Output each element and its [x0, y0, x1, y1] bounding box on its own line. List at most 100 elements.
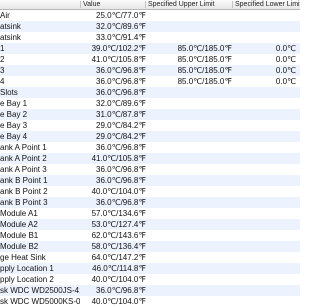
sensor-name: e Bay 2 — [0, 110, 28, 119]
sensor-value: 64.0℃/147.2℉ — [91, 253, 146, 262]
lower-limit — [232, 219, 296, 230]
sensor-name: ank B Point 1 — [0, 176, 48, 185]
sensor-name: 2 — [0, 55, 5, 64]
upper-limit — [146, 120, 232, 131]
table-row[interactable]: e Bay 1 32.0℃/89.6℉ — [0, 98, 300, 109]
lower-limit — [232, 241, 296, 252]
upper-limit — [146, 296, 232, 307]
sensor-name: Module B2 — [0, 242, 39, 251]
lower-limit: 0.0℃ — [275, 77, 296, 86]
sensor-value: 25.0℃/77.0℉ — [96, 11, 146, 20]
table-row[interactable]: ank A Point 1 36.0℃/96.8℉ — [0, 142, 300, 153]
table-row[interactable]: atsink 33.0℃/91.4℉ — [0, 32, 300, 43]
upper-limit — [146, 263, 232, 274]
sensor-name: pply Location 2 — [0, 275, 54, 284]
sensor-value: 36.0℃/96.8℉ — [96, 88, 146, 97]
sensor-value: 32.0℃/89.6℉ — [96, 22, 146, 31]
sensor-value: 33.0℃/91.4℉ — [96, 33, 146, 42]
sensor-name: ge Heat Sink — [0, 253, 46, 262]
table-row[interactable]: Module B2 58.0℃/136.4℉ — [0, 241, 300, 252]
column-header-lower-limit[interactable]: Specified Lower Limit — [233, 0, 300, 9]
lower-limit — [232, 131, 296, 142]
sensor-value: 46.0℃/114.8℉ — [92, 264, 146, 273]
table-row[interactable]: Module B1 62.0℃/143.6℉ — [0, 230, 300, 241]
table-row[interactable]: pply Location 1 46.0℃/114.8℉ — [0, 263, 300, 274]
column-header-upper-limit[interactable]: Specified Upper Limit — [146, 0, 232, 9]
sensor-value: 58.0℃/136.4℉ — [91, 242, 146, 251]
upper-limit — [146, 274, 232, 285]
sensor-value: 29.0℃/84.2℉ — [96, 121, 146, 130]
sensor-value: 40.0℃/104.0℉ — [91, 275, 146, 284]
sensor-name: sk WDC WD5000KS-0C — [0, 297, 80, 306]
sensor-name: sk WDC WD2500JS-41 — [0, 286, 80, 295]
lower-limit: 0.0℃ — [275, 66, 296, 75]
table-row[interactable]: sk WDC WD5000KS-0C 40.0℃/104.0℉ — [0, 296, 300, 307]
table-row[interactable]: 2 41.0℃/105.8℉ 85.0℃/185.0℉ 0.0℃ — [0, 54, 300, 65]
upper-limit — [146, 252, 232, 263]
upper-limit — [146, 142, 232, 153]
table-row[interactable]: 4 36.0℃/96.8℉ 85.0℃/185.0℉ 0.0℃ — [0, 76, 300, 87]
sensor-value: 36.0℃/96.8℉ — [96, 66, 146, 75]
table-row[interactable]: pply Location 2 40.0℃/104.0℉ — [0, 274, 300, 285]
sensor-value: 39.0℃/102.2℉ — [91, 44, 146, 53]
table-row[interactable]: e Bay 2 31.0℃/87.8℉ — [0, 109, 300, 120]
upper-limit — [146, 241, 232, 252]
table-row[interactable]: ge Heat Sink 64.0℃/147.2℉ — [0, 252, 300, 263]
lower-limit — [232, 252, 296, 263]
sensor-name: Module A2 — [0, 220, 38, 229]
sensor-value: 41.0℃/105.8℉ — [91, 55, 146, 64]
sensor-value: 40.0℃/104.0℉ — [91, 187, 146, 196]
table-row[interactable]: e Bay 4 29.0℃/84.2℉ — [0, 131, 300, 142]
upper-limit — [146, 21, 232, 32]
sensor-name: pply Location 1 — [0, 264, 54, 273]
sensor-value: 36.0℃/96.8℉ — [96, 77, 146, 86]
lower-limit — [232, 164, 296, 175]
upper-limit — [146, 186, 232, 197]
table-row[interactable]: Slots 36.0℃/96.8℉ — [0, 87, 300, 98]
upper-limit: 85.0℃/185.0℉ — [177, 55, 232, 64]
sensor-value: 31.0℃/87.8℉ — [96, 110, 146, 119]
lower-limit — [232, 21, 296, 32]
vertical-scrollbar[interactable] — [297, 10, 300, 300]
upper-limit — [146, 197, 232, 208]
sensor-name: e Bay 1 — [0, 99, 28, 108]
sensor-name: e Bay 4 — [0, 132, 28, 141]
upper-limit — [146, 32, 232, 43]
lower-limit: 0.0℃ — [275, 44, 296, 53]
sensor-name: ank A Point 1 — [0, 143, 47, 152]
sensor-name: atsink — [0, 33, 21, 42]
lower-limit — [232, 153, 296, 164]
upper-limit: 85.0℃/185.0℉ — [177, 44, 232, 53]
sensor-name: ank A Point 2 — [0, 154, 47, 163]
sensor-name: ank B Point 2 — [0, 187, 48, 196]
table-row[interactable]: ank B Point 3 36.0℃/96.8℉ — [0, 197, 300, 208]
lower-limit — [232, 142, 296, 153]
lower-limit — [232, 10, 296, 21]
table-row[interactable]: ank A Point 3 36.0℃/96.8℉ — [0, 164, 300, 175]
sensor-name: Module B1 — [0, 231, 39, 240]
sensor-value: 36.0℃/96.8℉ — [96, 143, 146, 152]
table-row[interactable]: ank B Point 1 36.0℃/96.8℉ — [0, 175, 300, 186]
sensor-name: Slots — [0, 88, 18, 97]
table-row[interactable]: ank B Point 2 40.0℃/104.0℉ — [0, 186, 300, 197]
column-header-name[interactable] — [0, 0, 80, 9]
upper-limit — [146, 175, 232, 186]
sensor-value: 29.0℃/84.2℉ — [96, 132, 146, 141]
sensor-value: 57.0℃/134.6℉ — [91, 209, 146, 218]
table-row[interactable]: atsink 32.0℃/89.6℉ — [0, 21, 300, 32]
table-row[interactable]: sk WDC WD2500JS-41 36.0℃/96.8℉ — [0, 285, 300, 296]
table-row[interactable]: ank A Point 2 41.0℃/105.8℉ — [0, 153, 300, 164]
table-row[interactable]: Air 25.0℃/77.0℉ — [0, 10, 300, 21]
table-row[interactable]: Module A1 57.0℃/134.6℉ — [0, 208, 300, 219]
temperature-sensor-table: Value Specified Upper Limit Specified Lo… — [0, 0, 300, 306]
table-header: Value Specified Upper Limit Specified Lo… — [0, 0, 300, 10]
column-header-value[interactable]: Value — [81, 0, 145, 9]
sensor-value: 40.0℃/104.0℉ — [91, 297, 146, 306]
sensor-name: 3 — [0, 66, 5, 75]
lower-limit — [232, 175, 296, 186]
table-row[interactable]: e Bay 3 29.0℃/84.2℉ — [0, 120, 300, 131]
table-row[interactable]: 3 36.0℃/96.8℉ 85.0℃/185.0℉ 0.0℃ — [0, 65, 300, 76]
table-row[interactable]: 1 39.0℃/102.2℉ 85.0℃/185.0℉ 0.0℃ — [0, 43, 300, 54]
upper-limit — [146, 87, 232, 98]
table-row[interactable]: Module A2 53.0℃/127.4℉ — [0, 219, 300, 230]
